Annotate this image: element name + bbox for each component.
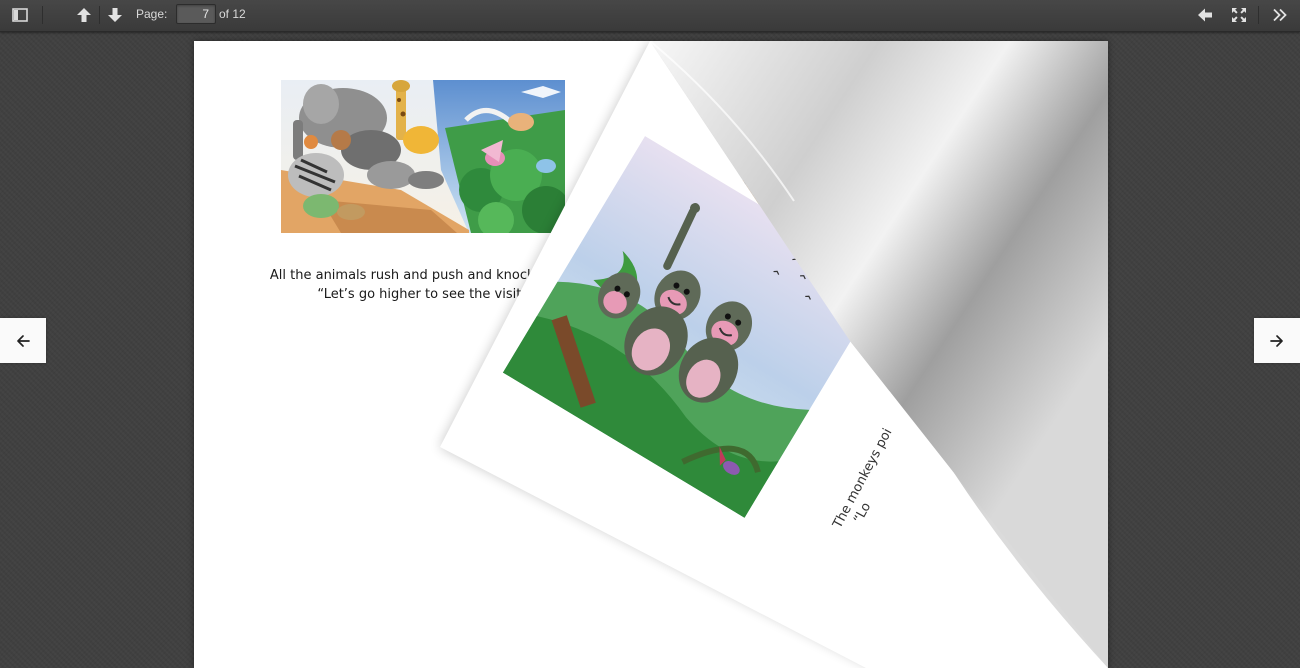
toolbar-separator bbox=[42, 6, 43, 24]
animals-gathering-illustration bbox=[738, 80, 1022, 233]
page-count: of 12 bbox=[219, 7, 246, 21]
double-chevron-right-icon bbox=[1273, 8, 1287, 22]
previous-page-button[interactable] bbox=[71, 3, 97, 27]
previous-spread-button[interactable] bbox=[1192, 3, 1218, 27]
toolbar-separator bbox=[99, 6, 100, 24]
page-number-input[interactable] bbox=[176, 4, 216, 24]
toolbar-separator bbox=[1258, 6, 1259, 24]
fullscreen-icon bbox=[1232, 8, 1246, 22]
left-page-text-line-2: “Let’s go higher to see the visitor bbox=[317, 287, 535, 302]
left-page-text: All the animals rush and push and knock … bbox=[216, 266, 636, 304]
arrow-left-icon bbox=[17, 334, 30, 347]
toolbar: Page: of 12 bbox=[0, 0, 1300, 32]
curl-page-text-line-2: “Lo bbox=[851, 500, 874, 526]
tools-menu-button[interactable] bbox=[1267, 3, 1293, 27]
page-label: Page: bbox=[136, 7, 168, 21]
right-page-text: ok at the new visitor and laugh loudly. bbox=[769, 266, 1069, 285]
sidebar-toggle-icon bbox=[12, 8, 28, 22]
sidebar-toggle-button[interactable] bbox=[7, 3, 33, 27]
left-page-text-line-1: All the animals rush and push and knock … bbox=[269, 268, 583, 283]
arrow-left-icon bbox=[1198, 8, 1212, 22]
curl-page-text-line-1: The monkeys poi bbox=[830, 426, 896, 532]
arrow-down-icon bbox=[108, 8, 122, 22]
arrow-right-icon bbox=[1270, 334, 1283, 347]
right-page-text-line-1: ok at the new visitor and laugh loudly. bbox=[769, 268, 1018, 283]
fullscreen-button[interactable] bbox=[1226, 3, 1252, 27]
book-spread[interactable]: All the animals rush and push and knock … bbox=[194, 41, 1108, 668]
animals-rushing-illustration bbox=[281, 80, 565, 233]
next-page-button[interactable] bbox=[102, 3, 128, 27]
arrow-up-icon bbox=[77, 8, 91, 22]
next-page-arrow-button[interactable] bbox=[1254, 318, 1300, 363]
previous-page-arrow-button[interactable] bbox=[0, 318, 46, 363]
